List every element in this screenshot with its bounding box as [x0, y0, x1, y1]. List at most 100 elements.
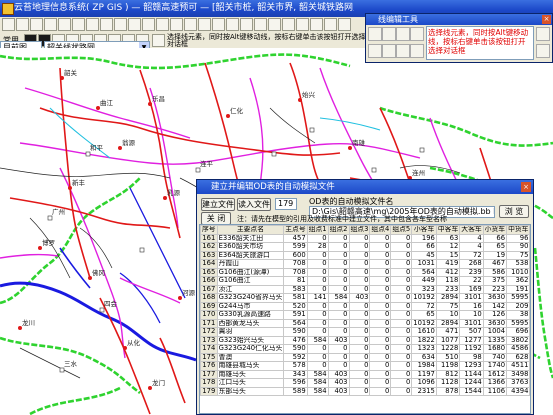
table-cell[interactable]: 0	[306, 327, 329, 337]
table-cell[interactable]: 1366	[482, 378, 508, 388]
table-cell[interactable]: 1984	[411, 361, 437, 371]
table-cell[interactable]: 0	[306, 318, 329, 328]
table-cell[interactable]: 65	[411, 310, 437, 320]
table-cell[interactable]: 98	[459, 352, 484, 362]
table-row[interactable]: 179东部马头589584403000231587815441106439416…	[200, 386, 530, 396]
table-cell[interactable]: 丹霞山	[216, 259, 285, 269]
table-row[interactable]: 161E336韶关江田45700000196634669655	[200, 233, 530, 243]
table-cell[interactable]: 593	[529, 352, 530, 362]
table-cell[interactable]: 0	[390, 335, 413, 345]
table-row[interactable]: 169G244马市52000000727516142209122	[200, 301, 530, 311]
row-number[interactable]: 176	[200, 361, 218, 371]
table-cell[interactable]: 72	[459, 250, 484, 260]
table-icon[interactable]	[240, 18, 253, 31]
table-cell[interactable]: 0	[327, 310, 350, 320]
table-cell[interactable]: 2894	[435, 318, 461, 328]
table-cell[interactable]: 4511	[506, 361, 530, 371]
table-cell[interactable]: 696	[506, 327, 530, 337]
table-cell[interactable]: 0	[369, 284, 392, 294]
table-cell[interactable]: 110	[529, 267, 530, 277]
table-cell[interactable]: 65	[482, 242, 508, 252]
table-cell[interactable]: 0	[327, 259, 350, 269]
table-cell[interactable]: 0	[306, 352, 329, 362]
column-header[interactable]: 大客车	[459, 225, 484, 235]
join-line-icon[interactable]	[382, 44, 396, 58]
table-cell[interactable]: 1612	[529, 386, 530, 396]
text-icon[interactable]	[324, 18, 337, 31]
table-row[interactable]: 177南雄马头343584403000119781211441612349815…	[200, 369, 530, 379]
row-number[interactable]: 179	[200, 386, 218, 396]
open-icon[interactable]	[16, 18, 29, 31]
table-cell[interactable]: 1228	[435, 344, 461, 354]
undo-icon[interactable]	[86, 18, 99, 31]
table-cell[interactable]: 0	[529, 310, 530, 320]
table-cell[interactable]: 591	[283, 310, 308, 320]
table-cell[interactable]: 3498	[506, 369, 530, 379]
table-cell[interactable]: 1144	[459, 369, 484, 379]
table-cell[interactable]: 467	[482, 259, 508, 269]
table-cell[interactable]: 96	[506, 233, 530, 243]
help-icon[interactable]	[338, 18, 351, 31]
table-cell[interactable]: 0	[390, 344, 413, 354]
line-select-icon[interactable]	[152, 34, 165, 47]
print-icon[interactable]	[44, 18, 57, 31]
table-cell[interactable]: 0	[390, 327, 413, 337]
layer-icon[interactable]	[170, 18, 183, 31]
table-cell[interactable]: E364韶关旅游口	[216, 250, 285, 260]
line-icon[interactable]	[296, 18, 309, 31]
table-cell[interactable]: 419	[435, 259, 461, 269]
column-header[interactable]: 主要点名	[216, 225, 285, 235]
table-cell[interactable]: 38	[506, 310, 530, 320]
table-cell[interactable]: 3101	[459, 318, 484, 328]
column-header[interactable]: 小货车	[482, 225, 508, 235]
table-cell[interactable]: 1096	[411, 378, 437, 388]
table-cell[interactable]: 南雄县城马头	[216, 361, 285, 371]
table-cell[interactable]: 812	[435, 369, 461, 379]
table-cell[interactable]: 0	[369, 344, 392, 354]
table-cell[interactable]: 0	[390, 318, 413, 328]
table-cell[interactable]: 0	[390, 276, 413, 286]
table-cell[interactable]: 75	[506, 250, 530, 260]
column-header[interactable]: 组点3	[348, 225, 371, 235]
row-number[interactable]: 161	[200, 233, 218, 243]
table-cell[interactable]: 507	[459, 327, 484, 337]
table-cell[interactable]: 1128	[435, 378, 461, 388]
table-cell[interactable]: 66	[411, 242, 437, 252]
table-cell[interactable]: 2894	[435, 293, 461, 303]
column-header[interactable]: 小客车	[411, 225, 437, 235]
table-cell[interactable]: 590	[283, 344, 308, 354]
table-cell[interactable]: G244马市	[216, 301, 285, 311]
table-cell[interactable]: 708	[283, 267, 308, 277]
info-icon[interactable]	[198, 18, 211, 31]
column-header[interactable]: 组点4	[369, 225, 392, 235]
row-number[interactable]: 175	[200, 352, 218, 362]
browse-button[interactable]: 浏 览	[499, 205, 529, 218]
zoom-out-icon[interactable]	[128, 18, 141, 31]
table-cell[interactable]: 4	[459, 233, 484, 243]
table-cell[interactable]: 0	[306, 284, 329, 294]
table-cell[interactable]: 0	[306, 267, 329, 277]
table-icon[interactable]	[536, 27, 550, 41]
table-cell[interactable]: 0	[390, 242, 413, 252]
add-node-icon[interactable]	[382, 27, 396, 41]
table-cell[interactable]: 584	[306, 369, 329, 379]
table-row[interactable]: 176南雄县城马头5780000019841198129317404511196…	[200, 361, 530, 371]
table-cell[interactable]: G106曲江	[216, 276, 285, 286]
row-number[interactable]: 174	[200, 344, 218, 354]
table-cell[interactable]: 5	[529, 233, 530, 243]
table-cell[interactable]: 曹澳	[216, 352, 285, 362]
table-cell[interactable]: 0	[348, 369, 371, 379]
table-cell[interactable]: 628	[506, 352, 530, 362]
table-cell[interactable]: 0	[369, 242, 392, 252]
table-cell[interactable]: 0	[306, 250, 329, 260]
table-cell[interactable]: 12	[435, 242, 461, 252]
table-cell[interactable]: 1031	[411, 259, 437, 269]
table-cell[interactable]: 1323	[411, 344, 437, 354]
table-cell[interactable]: G323始兴马头	[216, 335, 285, 345]
table-cell[interactable]: 239	[459, 267, 484, 277]
table-row[interactable]: 167浈江583000003232331692231912184	[200, 284, 530, 294]
table-cell[interactable]: 浈江	[216, 284, 285, 294]
table-cell[interactable]: 596	[283, 378, 308, 388]
table-cell[interactable]: 708	[283, 259, 308, 269]
table-cell[interactable]: 323	[411, 284, 437, 294]
